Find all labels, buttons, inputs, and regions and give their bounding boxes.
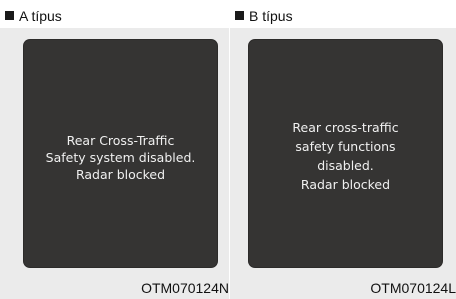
figure-panel-b: B típus Rear cross-traffic safety functi… — [230, 0, 456, 299]
figure-area: Rear Cross-Traffic Safety system disable… — [0, 28, 229, 299]
panel-header-label: B típus — [249, 8, 293, 24]
cluster-display: Rear cross-traffic safety functions disa… — [249, 40, 442, 267]
warning-message: Rear cross-traffic safety functions disa… — [292, 119, 399, 192]
square-bullet-icon — [5, 11, 14, 20]
square-bullet-icon — [235, 11, 244, 20]
figure-code: OTM070124L — [370, 280, 456, 296]
panel-header-label: A típus — [19, 8, 62, 24]
figure-area: Rear cross-traffic safety functions disa… — [230, 28, 456, 299]
panel-header: B típus — [230, 0, 456, 28]
cluster-display: Rear Cross-Traffic Safety system disable… — [24, 40, 217, 267]
figure-panel-a: A típus Rear Cross-Traffic Safety system… — [0, 0, 229, 299]
figure-code: OTM070124N — [141, 280, 229, 296]
warning-message: Rear Cross-Traffic Safety system disable… — [45, 133, 196, 182]
panel-header: A típus — [0, 0, 229, 28]
